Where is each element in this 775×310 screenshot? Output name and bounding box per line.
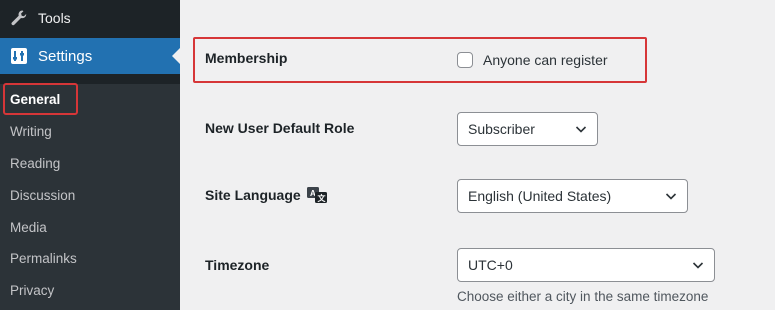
translation-icon: A 文 [306,186,327,204]
menu-item-settings[interactable]: Settings [0,38,180,74]
default-role-label: New User Default Role [205,120,355,136]
submenu-item-reading[interactable]: Reading [10,154,60,174]
menu-label-settings: Settings [38,47,93,65]
settings-sliders-icon [10,47,28,65]
timezone-label: Timezone [205,257,270,273]
default-role-value: Subscriber [468,121,535,137]
site-language-value: English (United States) [468,188,612,204]
chevron-down-icon [665,193,677,200]
submenu-item-media[interactable]: Media [10,218,47,238]
timezone-description: Choose either a city in the same timezon… [457,289,709,304]
site-language-row-label: Site Language A 文 [205,186,327,204]
wrench-icon [10,9,28,27]
timezone-value: UTC+0 [468,257,513,273]
site-language-label: Site Language [205,187,301,203]
submenu-item-discussion[interactable]: Discussion [10,186,75,206]
chevron-down-icon [692,262,704,269]
submenu-item-permalinks[interactable]: Permalinks [10,249,77,269]
anyone-can-register-checkbox[interactable] [457,52,473,68]
timezone-select[interactable]: UTC+0 [457,248,715,282]
membership-option[interactable]: Anyone can register [457,50,608,70]
admin-sidebar: Tools Settings General Writing Reading D… [0,0,180,310]
default-role-select[interactable]: Subscriber [457,112,598,146]
membership-label: Membership [205,50,288,66]
settings-form: Membership Anyone can register New User … [180,0,775,310]
submenu-item-privacy[interactable]: Privacy [10,281,54,301]
svg-text:文: 文 [317,193,326,203]
chevron-down-icon [575,126,587,133]
submenu-item-writing[interactable]: Writing [10,122,52,142]
menu-label-tools: Tools [38,10,71,26]
site-language-select[interactable]: English (United States) [457,179,688,213]
anyone-can-register-label[interactable]: Anyone can register [483,52,608,68]
highlight-box-general [3,83,78,115]
menu-item-tools[interactable]: Tools [0,0,180,36]
